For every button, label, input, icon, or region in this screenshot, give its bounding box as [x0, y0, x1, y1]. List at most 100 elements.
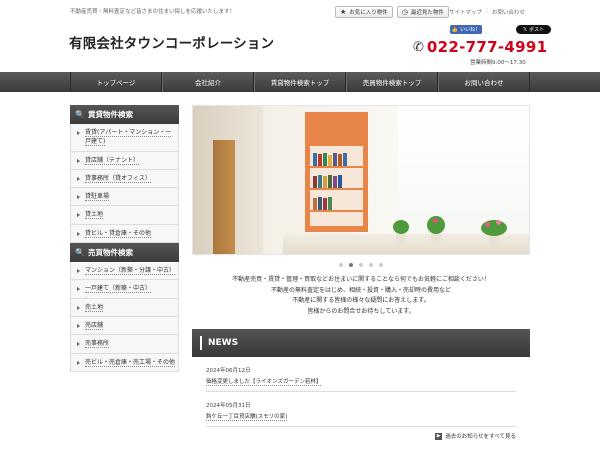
book — [313, 198, 317, 210]
business-hours: 営業時間9:00～17:30 — [470, 60, 526, 66]
book — [318, 197, 322, 210]
slider-dots — [192, 263, 530, 267]
book — [328, 155, 332, 166]
nav-item-rental-search[interactable]: 賃貸物件検索トップ — [254, 72, 346, 92]
sidebar-item-sale-land[interactable]: 売土地 — [70, 298, 179, 317]
sale-heading-label: 売買物件検索 — [87, 248, 133, 258]
nav-item-sale-search[interactable]: 売買物件検索トップ — [346, 72, 438, 92]
header-buttons: ★ お気に入り物件 ◷ 最近見た物件 — [335, 6, 449, 18]
sidebar-item-rental-land[interactable]: 貸土地 — [70, 206, 179, 225]
sidebar-item-label: 売土地 — [85, 303, 104, 312]
sidebar-item-label: 貸店舗（テナント） — [85, 156, 140, 165]
book — [323, 153, 327, 166]
news-heading-label: NEWS — [208, 338, 239, 348]
recent-label: 最近見た物件 — [410, 10, 444, 16]
sitemap-link[interactable]: サイトマップ — [449, 8, 482, 16]
company-name[interactable]: 有限会社タウンコーポレーション — [69, 32, 274, 52]
hero-slider-image — [192, 105, 530, 255]
sidebar-item-label: 一戸建て（新築・中古） — [85, 285, 152, 294]
slider-dot[interactable] — [369, 263, 373, 267]
flower — [496, 220, 501, 225]
news-title: 鈎ケ丘一丁目貸店舗(スモリの家) — [206, 414, 288, 421]
social-buttons: 👍 いいね！ 𝕏 ポスト — [450, 25, 551, 34]
sidebar-item-label: 貸事務所（貸オフィス） — [85, 174, 151, 183]
intro-line: 不動産売買・賃貸・管理・買取などお住まいに関することなら何でもお気軽にご相談くだ… — [232, 276, 490, 283]
book — [338, 154, 342, 166]
flower — [485, 222, 490, 227]
x-post-button[interactable]: 𝕏 ポスト — [516, 25, 551, 34]
shelf-board — [310, 210, 363, 212]
facebook-like-button[interactable]: 👍 いいね！ — [450, 25, 482, 34]
book — [323, 176, 327, 188]
sidebar-item-rental-store[interactable]: 貸店舗（テナント） — [70, 151, 179, 170]
news-item: 2024年06月12日 価格変更しました【ライオンズガーデン若林】 — [206, 357, 516, 392]
phone-number[interactable]: 022-777-4991 — [427, 38, 547, 56]
book — [328, 175, 332, 188]
news-date: 2024年05月31日 — [206, 403, 251, 409]
utility-links: サイトマップ | お問い合わせ — [449, 8, 525, 16]
news-title: 価格変更しました【ライオンズガーデン若林】 — [206, 379, 322, 386]
window-decor — [398, 106, 529, 254]
book — [313, 153, 317, 166]
news-item: 2024年05月31日 鈎ケ丘一丁目貸店舗(スモリの家) — [206, 392, 516, 427]
sidebar-item-rental-office[interactable]: 貸事務所（貸オフィス） — [70, 169, 179, 189]
sidebar-item-sale-condo[interactable]: マンション（新築・分譲・中古） — [70, 262, 179, 281]
plant-leaves — [393, 220, 409, 234]
contact-link[interactable]: お問い合わせ — [492, 8, 525, 16]
heading-bar — [200, 336, 202, 350]
rental-heading-label: 賃貸物件検索 — [87, 110, 133, 119]
search-icon: 🔍 — [75, 248, 85, 258]
news-title-link[interactable]: 鈎ケ丘一丁目貸店舗(スモリの家) — [206, 412, 516, 421]
sidebar: 🔍 賃貸物件検索 賃貸(アパート・マンション・一戸建て) 貸店舗（テナント） 貸… — [70, 105, 179, 372]
sidebar-item-rental-other[interactable]: 貸ビル・貸倉庫・その他 — [70, 224, 179, 244]
plant-pot — [396, 234, 406, 244]
shelf-board — [310, 166, 363, 168]
shelf-board — [310, 188, 363, 190]
post-label: ポスト — [529, 27, 545, 33]
star-icon: ★ — [340, 7, 347, 16]
news-more-link[interactable]: ▶ 過去のお知らせをすべて見る — [192, 432, 530, 440]
sidebar-item-label: 貸土地 — [85, 211, 104, 220]
link-separator: | — [486, 8, 488, 14]
sidebar-item-label: 売事務所 — [85, 340, 110, 349]
sidebar-item-sale-office[interactable]: 売事務所 — [70, 335, 179, 354]
news-heading: NEWS — [192, 329, 530, 357]
flower — [433, 218, 438, 223]
nav-item-contact[interactable]: お問い合わせ — [438, 72, 530, 92]
sidebar-item-sale-house[interactable]: 一戸建て（新築・中古） — [70, 280, 179, 299]
x-logo-icon: 𝕏 — [522, 26, 527, 33]
slider-dot[interactable] — [379, 263, 383, 267]
rental-search-heading: 🔍 賃貸物件検索 — [70, 105, 179, 124]
search-icon: 🔍 — [75, 110, 85, 119]
book — [318, 154, 322, 166]
book — [333, 176, 337, 188]
intro-text: 不動産売買・賃貸・管理・買取などお住まいに関することなら何でもお気軽にご相談くだ… — [192, 275, 530, 317]
news-date: 2024年06月12日 — [206, 368, 251, 374]
plant-pot — [431, 234, 441, 244]
book — [318, 175, 322, 188]
arrow-right-icon: ▶ — [435, 433, 443, 440]
recent-button[interactable]: ◷ 最近見た物件 — [396, 6, 449, 18]
sidebar-item-label: マンション（新築・分譲・中古） — [85, 267, 176, 276]
sidebar-item-sale-other[interactable]: 売ビル・売倉庫・売工場・その他 — [70, 353, 179, 372]
book — [323, 198, 327, 210]
sidebar-item-rental-residential[interactable]: 賃貸(アパート・マンション・一戸建て) — [70, 124, 179, 152]
book — [328, 197, 332, 210]
sidebar-item-sale-store[interactable]: 売店舗 — [70, 316, 179, 336]
nav-item-top[interactable]: トップページ — [70, 72, 162, 92]
intro-line: 不動産に関する皆様の様々な疑問にお答えします。 — [292, 297, 430, 304]
nav-item-company[interactable]: 会社紹介 — [162, 72, 254, 92]
slider-dot[interactable] — [359, 263, 363, 267]
news-more-label: 過去のお知らせをすべて見る — [445, 434, 516, 440]
slider-dot-active[interactable] — [349, 263, 353, 267]
sidebar-item-label: 貸ビル・貸倉庫・その他 — [85, 229, 152, 238]
main-content: 不動産売買・賃貸・管理・買取などお住まいに関することなら何でもお気軽にご相談くだ… — [192, 105, 530, 440]
book — [313, 176, 317, 188]
book — [338, 175, 342, 188]
sidebar-item-rental-parking[interactable]: 貸駐車場 — [70, 188, 179, 207]
favorites-button[interactable]: ★ お気に入り物件 — [335, 6, 393, 18]
phone-block: ✆ 022-777-4991 — [413, 38, 547, 56]
phone-icon: ✆ — [413, 39, 424, 55]
news-title-link[interactable]: 価格変更しました【ライオンズガーデン若林】 — [206, 377, 516, 386]
slider-dot[interactable] — [339, 263, 343, 267]
